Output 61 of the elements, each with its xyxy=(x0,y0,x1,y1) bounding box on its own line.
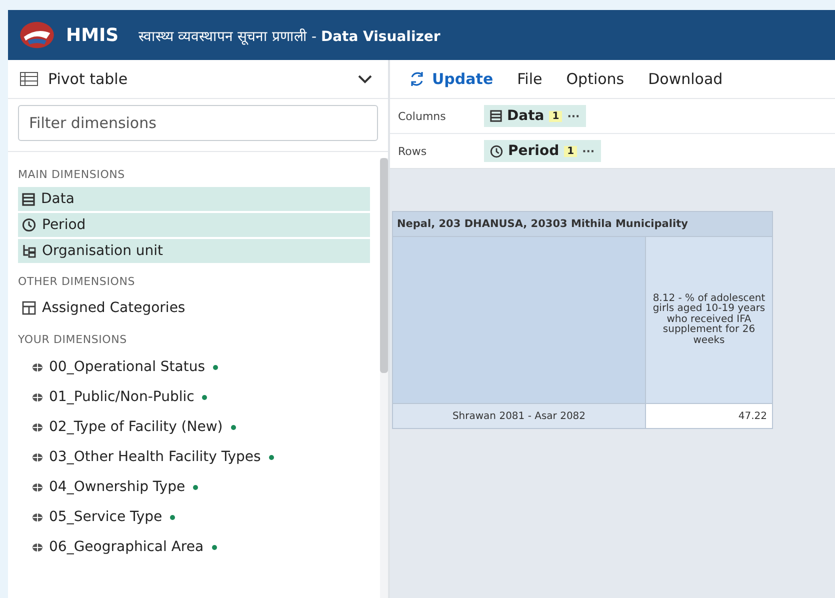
dimension-item[interactable]: 01_Public/Non-Public xyxy=(18,382,370,412)
chip-label: Data xyxy=(507,108,544,124)
filter-field[interactable]: Filter dimensions xyxy=(18,105,378,141)
status-dot-icon xyxy=(202,394,208,400)
category-icon xyxy=(22,300,36,314)
chip-label: Period xyxy=(508,143,560,159)
refresh-icon xyxy=(408,71,426,87)
app-subtitle: स्वास्थ्य व्यवस्थापन सूचना प्रणाली - Data Visualizer xyxy=(138,28,440,44)
hierarchy-icon xyxy=(22,244,36,258)
status-dot-icon xyxy=(193,484,198,490)
table-title-cell: Nepal, 203 DHANUSA, 20303 Mithila Municipality xyxy=(392,212,772,236)
menu-button[interactable]: Download xyxy=(638,66,733,92)
dimension-item[interactable]: 06_Geographical Area xyxy=(18,532,370,562)
table-icon xyxy=(20,72,38,86)
dimension-item[interactable]: Organisation unit xyxy=(18,239,370,263)
section-heading: YOUR DIMENSIONS xyxy=(18,333,128,346)
logo-icon xyxy=(18,20,56,50)
more-menu[interactable]: ··· xyxy=(567,110,580,122)
more-menu[interactable]: ··· xyxy=(582,144,595,158)
dimension-item[interactable]: 03_Other Health Facility Types xyxy=(18,442,370,472)
dimension-icon xyxy=(32,362,43,372)
status-dot-icon xyxy=(213,364,218,370)
dimension-icon xyxy=(32,452,43,462)
dimension-icon xyxy=(32,422,43,432)
status-dot-icon xyxy=(230,424,236,430)
status-dot-icon xyxy=(212,544,217,550)
column-header-cell: 8.12 - % of adolescent girls aged 10-19 years who received IFA supplement for 26 weeks xyxy=(646,236,772,404)
row-header-cell: Shrawan 2081 - Asar 2082 xyxy=(392,404,646,428)
app-name: HMIS xyxy=(66,24,119,46)
menu-button[interactable]: File xyxy=(507,66,552,92)
dimension-icon xyxy=(32,482,43,492)
dimension-icon xyxy=(32,542,43,552)
dimension-icon xyxy=(32,512,43,522)
value-cell: 47.22 xyxy=(646,404,772,428)
data-icon xyxy=(490,110,502,122)
dimension-item[interactable]: Period xyxy=(18,213,370,237)
menu-button[interactable]: Options xyxy=(556,66,634,92)
dimension-item[interactable]: 05_Service Type xyxy=(18,502,370,532)
dimension-item[interactable]: 00_Operational Status xyxy=(18,352,370,382)
section-heading: MAIN DIMENSIONS xyxy=(18,168,126,181)
count-badge: 1 xyxy=(564,146,578,156)
dimension-item[interactable]: Assigned Categories xyxy=(18,294,370,321)
dimension-chip[interactable]: Data 1 ··· xyxy=(484,105,586,127)
axis-label: Columns xyxy=(398,110,447,122)
status-dot-icon xyxy=(268,454,274,460)
scrollbar-thumb[interactable] xyxy=(380,158,388,373)
dimension-item[interactable]: 02_Type of Facility (New) xyxy=(18,412,370,442)
chevron-down-icon xyxy=(358,74,372,84)
status-dot-icon xyxy=(170,514,176,520)
dimension-chip[interactable]: Period 1 ··· xyxy=(484,140,601,162)
menu-button[interactable]: Update xyxy=(398,66,504,92)
section-heading: OTHER DIMENSIONS xyxy=(18,275,136,288)
dimension-item[interactable]: 04_Ownership Type xyxy=(18,472,370,502)
clock-icon xyxy=(490,144,503,158)
dimension-item[interactable]: Data xyxy=(18,187,370,211)
dimension-icon xyxy=(32,392,43,402)
axis-label: Rows xyxy=(398,144,428,158)
visualization-type-selector[interactable]: Pivot table xyxy=(8,60,388,99)
count-badge: 1 xyxy=(549,110,562,122)
clock-icon xyxy=(22,218,36,232)
data-icon xyxy=(22,192,35,206)
